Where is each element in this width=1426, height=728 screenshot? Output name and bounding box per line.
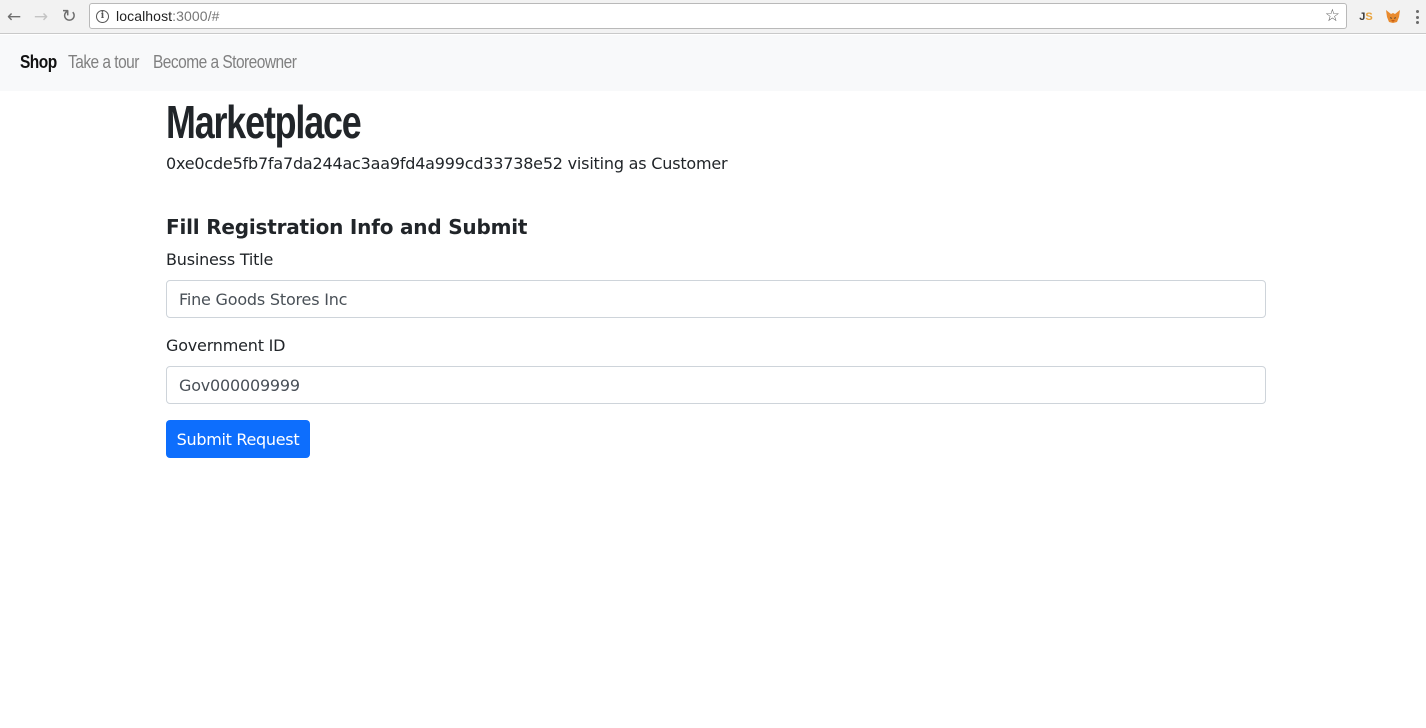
nav-become-storeowner[interactable]: Become a Storeowner [153, 52, 297, 73]
government-id-label: Government ID [166, 336, 286, 355]
government-id-input[interactable] [166, 366, 1266, 404]
business-title-input[interactable] [166, 280, 1266, 318]
address-bar[interactable]: i localhost:3000/# ☆ [89, 3, 1347, 29]
metamask-fox-icon[interactable] [1385, 8, 1403, 26]
back-arrow-icon[interactable]: ← [3, 6, 25, 28]
forward-arrow-icon[interactable]: → [30, 6, 52, 28]
nav-shop[interactable]: Shop [20, 52, 57, 73]
info-icon[interactable]: i [96, 10, 109, 23]
kebab-menu-icon[interactable] [1412, 6, 1422, 28]
business-title-label: Business Title [166, 250, 274, 269]
submit-request-button[interactable]: Submit Request [166, 420, 310, 458]
browser-toolbar: ← → ↻ i localhost:3000/# ☆ JS [0, 0, 1426, 34]
url-host: localhost [116, 8, 173, 24]
visitor-status: 0xe0cde5fb7fa7da244ac3aa9fd4a999cd33738e… [166, 154, 728, 173]
top-navbar: Shop Take a tour Become a Storeowner [0, 35, 1426, 91]
form-heading: Fill Registration Info and Submit [166, 215, 528, 239]
bookmark-star-icon[interactable]: ☆ [1325, 6, 1340, 26]
js-extension-icon[interactable]: JS [1357, 8, 1375, 26]
nav-take-a-tour[interactable]: Take a tour [68, 52, 139, 73]
url-text[interactable]: localhost:3000/# [116, 8, 220, 24]
reload-icon[interactable]: ↻ [58, 6, 80, 28]
page-title: Marketplace [166, 96, 362, 148]
url-path: :3000/# [172, 8, 220, 24]
